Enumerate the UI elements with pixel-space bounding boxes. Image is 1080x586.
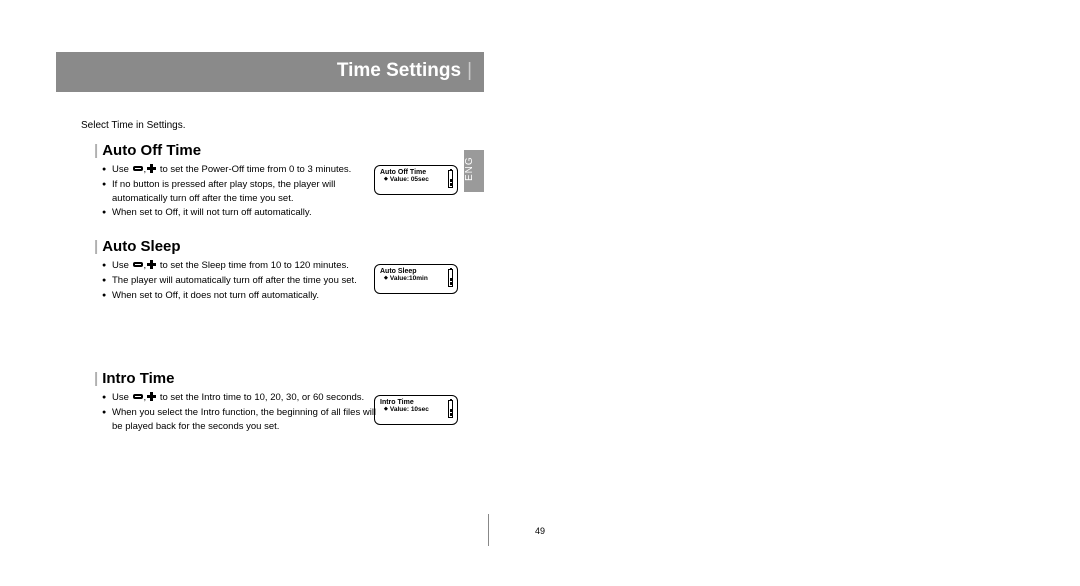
intro-time-bullets: Use , to set the Intro time to 10, 20, 3… [102, 391, 382, 434]
list-item: If no button is pressed after play stops… [102, 178, 382, 206]
list-item: Use , to set the Power-Off time from 0 t… [102, 163, 382, 177]
battery-icon [448, 269, 453, 287]
page-number: 49 [535, 526, 545, 536]
section-title-auto-sleep: |Auto Sleep [94, 238, 181, 255]
plus-icon [147, 164, 156, 173]
list-item: When set to Off, it will not turn off au… [102, 206, 382, 220]
bullet-text: to set the Power-Off time from 0 to 3 mi… [157, 164, 351, 175]
battery-icon [448, 400, 453, 418]
page-title: Time Settings | [337, 60, 472, 82]
screen-title: Auto Off Time [380, 169, 452, 176]
list-item: The player will automatically turn off a… [102, 274, 382, 288]
section-bar-icon: | [94, 370, 98, 387]
list-item: When you select the Intro function, the … [102, 406, 382, 434]
minus-icon [133, 394, 143, 399]
auto-sleep-bullets: Use , to set the Sleep time from 10 to 1… [102, 259, 382, 303]
minus-icon [133, 166, 143, 171]
minus-icon [133, 262, 143, 267]
screen-auto-sleep: Auto Sleep Value:10min [374, 264, 458, 294]
plus-icon [147, 392, 156, 401]
intro-text: Select Time in Settings. [81, 120, 186, 131]
bullet-text: to set the Sleep time from 10 to 120 min… [157, 260, 349, 271]
screen-intro-time: Intro Time Value: 10sec [374, 395, 458, 425]
page-divider [488, 514, 489, 546]
screen-value: Value:10min [380, 275, 452, 282]
bullet-text: Use [112, 260, 132, 271]
bullet-text: Use [112, 392, 132, 403]
section-title-auto-off: |Auto Off Time [94, 142, 201, 159]
bullet-text: Use [112, 164, 132, 175]
page-title-text: Time Settings [337, 60, 461, 81]
screen-auto-off: Auto Off Time Value: 05sec [374, 165, 458, 195]
section-bar-icon: | [94, 238, 98, 255]
section-bar-icon: | [94, 142, 98, 159]
screen-value: Value: 05sec [380, 176, 452, 183]
header-banner: Time Settings | [56, 52, 484, 92]
section-title-text: Auto Off Time [102, 142, 201, 159]
bullet-text: to set the Intro time to 10, 20, 30, or … [157, 392, 364, 403]
language-tab: ENG [464, 150, 484, 192]
plus-icon [147, 260, 156, 269]
auto-off-bullets: Use , to set the Power-Off time from 0 t… [102, 163, 382, 221]
battery-icon [448, 170, 453, 188]
list-item: When set to Off, it does not turn off au… [102, 289, 382, 303]
screen-title: Intro Time [380, 399, 452, 406]
section-title-text: Auto Sleep [102, 238, 180, 255]
section-title-intro-time: |Intro Time [94, 370, 174, 387]
list-item: Use , to set the Intro time to 10, 20, 3… [102, 391, 382, 405]
section-title-text: Intro Time [102, 370, 174, 387]
screen-value: Value: 10sec [380, 406, 452, 413]
screen-title: Auto Sleep [380, 268, 452, 275]
title-divider: | [467, 60, 472, 81]
list-item: Use , to set the Sleep time from 10 to 1… [102, 259, 382, 273]
